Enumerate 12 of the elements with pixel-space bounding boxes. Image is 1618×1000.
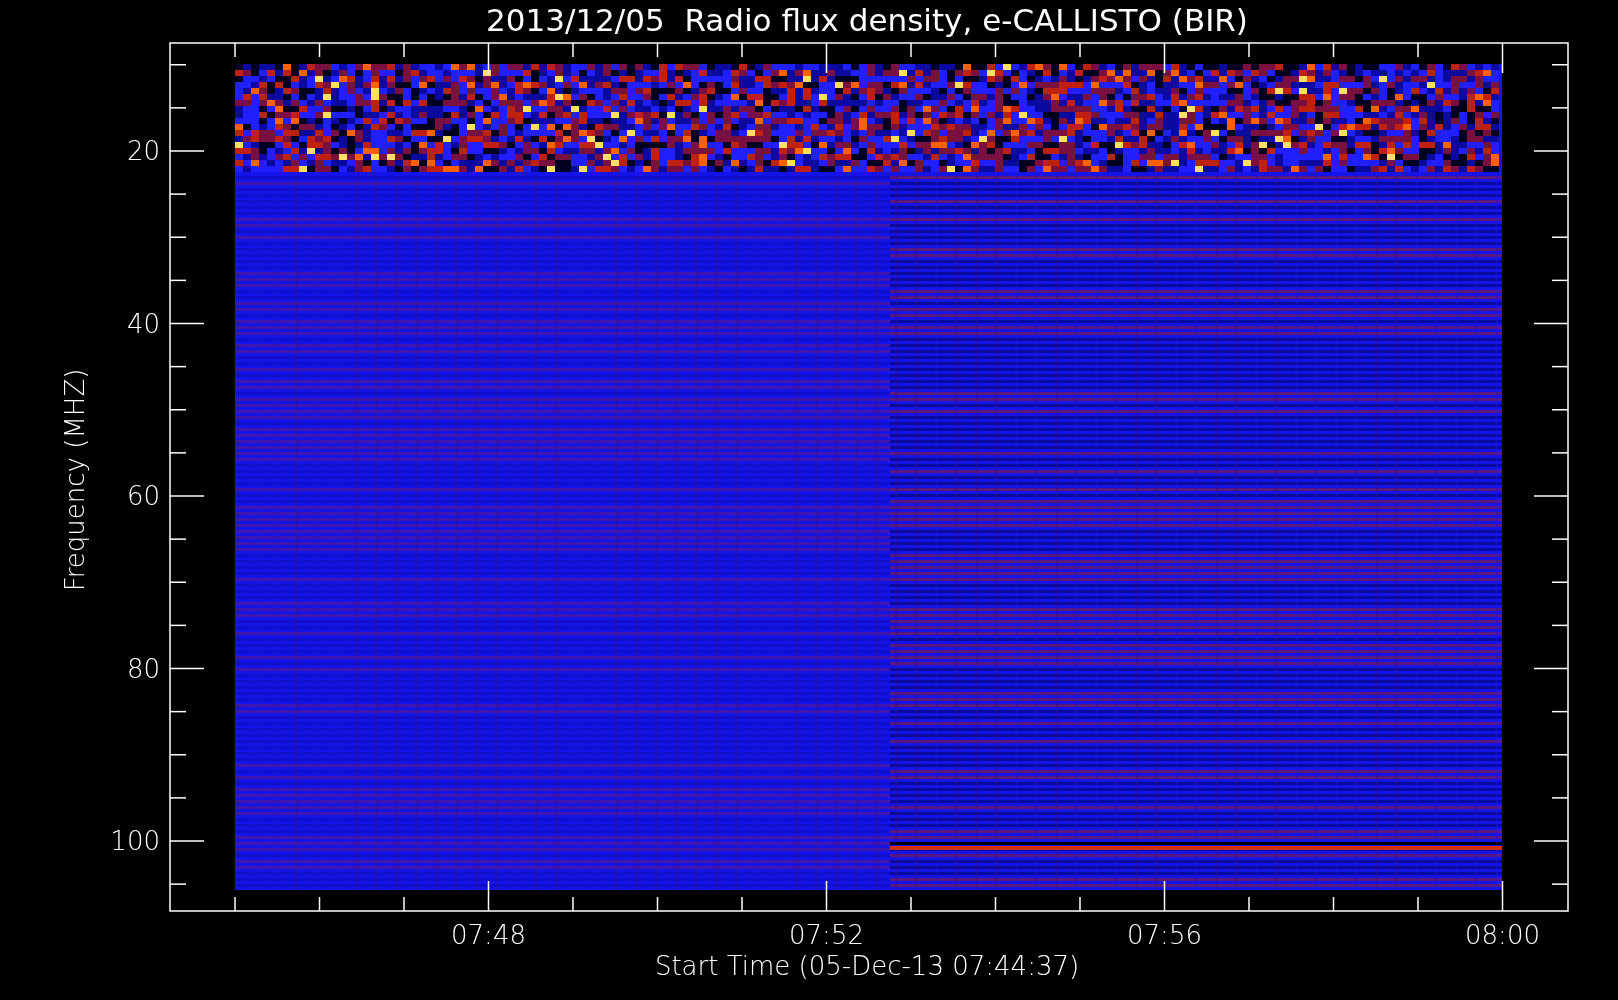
x-axis-label: Start Time (05-Dec-13 07:44:37) — [654, 951, 1080, 981]
x-tick-label: 07:52 — [789, 920, 864, 950]
x-tick-label: 07:48 — [451, 920, 526, 950]
chart-title: 2013/12/05 Radio flux density, e-CALLISTO (BIR) — [486, 2, 1248, 38]
y-tick-label: 20 — [126, 136, 160, 166]
y-tick-label: 60 — [126, 481, 160, 511]
x-tick-label: 08:00 — [1465, 920, 1540, 950]
x-tick-label: 07:56 — [1127, 920, 1202, 950]
y-axis-label: Frequency (MHZ) — [60, 368, 90, 592]
y-tick-label: 100 — [110, 826, 160, 856]
y-tick-label: 80 — [126, 653, 160, 684]
y-tick-label: 40 — [126, 308, 160, 339]
